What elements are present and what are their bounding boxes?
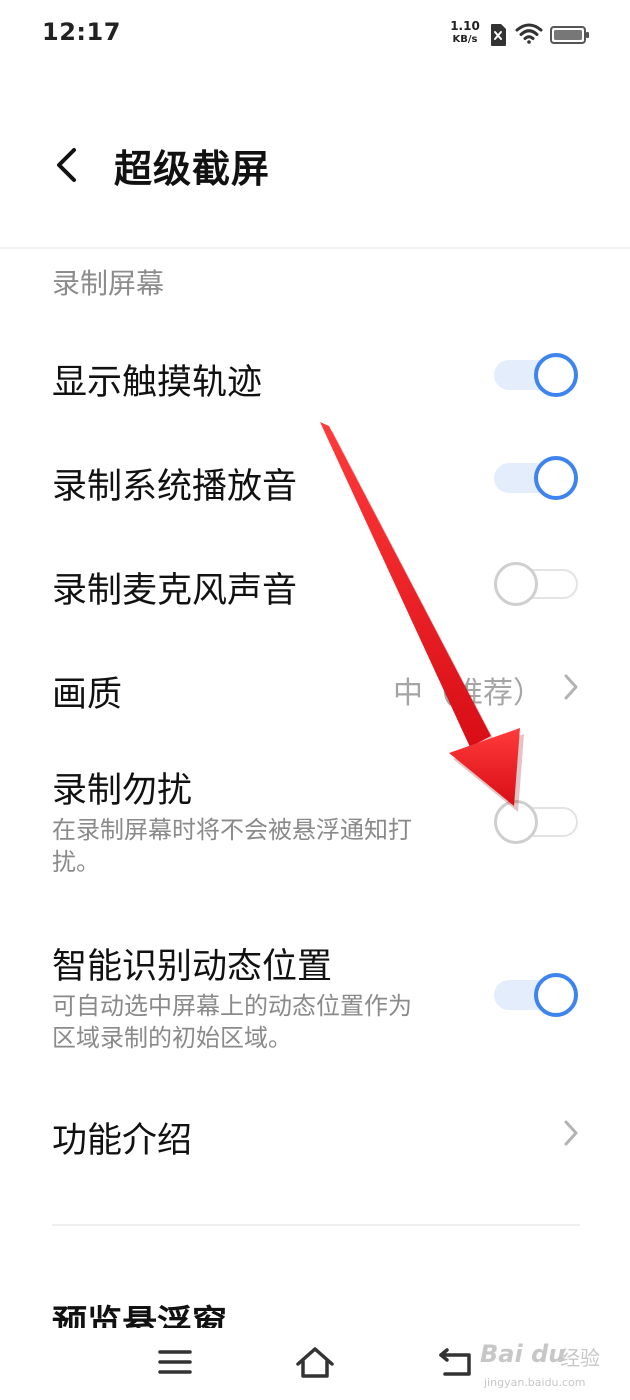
setting-label: 录制麦克风声音 <box>52 571 298 611</box>
status-time: 12:17 <box>42 18 121 46</box>
system-audio-toggle[interactable] <box>494 456 578 500</box>
quality-value: 中（推荐） <box>393 676 543 711</box>
chevron-right-icon <box>564 1120 578 1146</box>
baidu-watermark: Bai du 经验 jingyan.baidu.com <box>480 1332 630 1396</box>
smart-detect-toggle[interactable] <box>494 973 578 1017</box>
setting-show-touch[interactable]: 显示触摸轨迹 <box>0 340 630 412</box>
toggle-knob <box>494 800 538 844</box>
dnd-toggle[interactable] <box>494 800 578 844</box>
setting-quality[interactable]: 画质 中（推荐） <box>0 652 630 724</box>
setting-description: 在录制屏幕时将不会被悬浮通知打扰。 <box>52 816 412 876</box>
setting-system-audio[interactable]: 录制系统播放音 <box>0 444 630 516</box>
battery-icon <box>550 26 589 44</box>
section-title-record-screen: 录制屏幕 <box>52 267 165 300</box>
home-icon[interactable] <box>295 1344 335 1380</box>
preview-floating-window-title: 预览悬浮窗 <box>52 1304 228 1329</box>
watermark-cn: 经验 <box>560 1346 600 1370</box>
show-touch-toggle[interactable] <box>494 353 578 397</box>
network-speed-value: 1.10 <box>450 19 480 33</box>
toggle-knob <box>534 456 578 500</box>
network-speed: 1.10 KB/s <box>448 20 482 46</box>
status-bar: 12:17 1.10 KB/s <box>0 0 630 70</box>
page-header: 超级截屏 <box>0 110 630 220</box>
watermark-url: jingyan.baidu.com <box>484 1376 586 1389</box>
watermark-brand: Bai du <box>480 1340 566 1368</box>
setting-label: 画质 <box>52 675 123 715</box>
header-divider <box>0 247 630 249</box>
page-title: 超级截屏 <box>114 147 271 191</box>
mic-audio-toggle[interactable] <box>494 562 578 606</box>
setting-label: 录制系统播放音 <box>52 467 298 507</box>
toggle-knob <box>494 562 538 606</box>
back-button[interactable] <box>44 140 88 190</box>
setting-smart-detect[interactable]: 智能识别动态位置 可自动选中屏幕上的动态位置作为区域录制的初始区域。 <box>0 928 630 1068</box>
setting-dnd[interactable]: 录制勿扰 在录制屏幕时将不会被悬浮通知打扰。 <box>0 752 630 892</box>
chevron-left-icon <box>57 148 76 182</box>
list-divider <box>52 1224 580 1226</box>
setting-label: 功能介绍 <box>52 1121 193 1161</box>
setting-label: 智能识别动态位置 <box>52 947 333 987</box>
toggle-knob <box>534 973 578 1017</box>
back-nav-icon[interactable] <box>437 1344 477 1380</box>
setting-intro[interactable]: 功能介绍 <box>0 1098 630 1170</box>
setting-label: 录制勿扰 <box>52 771 193 811</box>
sim-card-off-icon <box>491 24 506 46</box>
chevron-right-icon <box>564 674 578 700</box>
network-speed-unit: KB/s <box>452 34 478 45</box>
setting-description: 可自动选中屏幕上的动态位置作为区域录制的初始区域。 <box>52 992 412 1052</box>
toggle-knob <box>534 353 578 397</box>
menu-icon[interactable] <box>157 1344 193 1380</box>
setting-mic-audio[interactable]: 录制麦克风声音 <box>0 548 630 620</box>
wifi-icon <box>515 23 543 44</box>
setting-label: 显示触摸轨迹 <box>52 363 263 403</box>
